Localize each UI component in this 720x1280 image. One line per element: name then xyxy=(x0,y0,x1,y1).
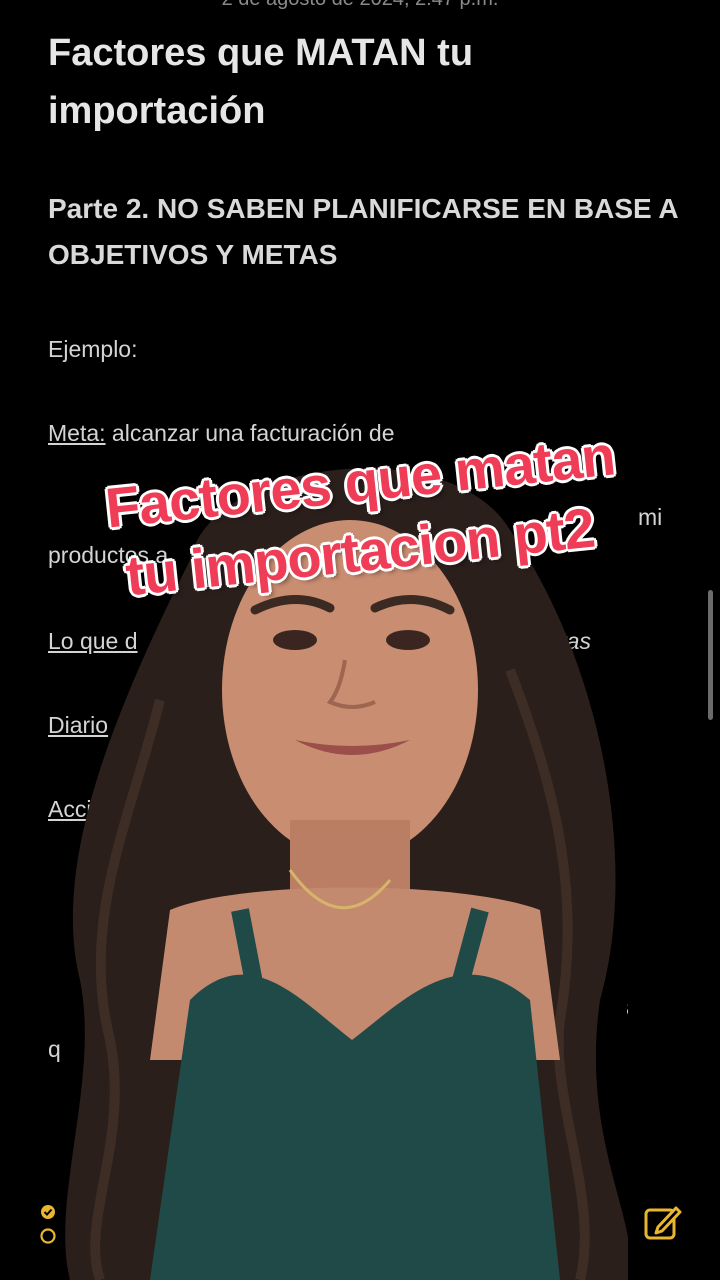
example-label: Ejemplo: xyxy=(48,336,138,362)
checklist-icon[interactable] xyxy=(38,1202,58,1246)
compose-icon[interactable] xyxy=(642,1202,684,1244)
note-subtitle: Parte 2. NO SABEN PLANIFICARSE EN BASE A… xyxy=(48,193,678,270)
note-date: 2 de agosto de 2024, 2:47 p.m. xyxy=(0,0,720,11)
note-title: Factores que MATAN tu importación xyxy=(48,32,474,132)
scrollbar[interactable] xyxy=(708,590,713,720)
